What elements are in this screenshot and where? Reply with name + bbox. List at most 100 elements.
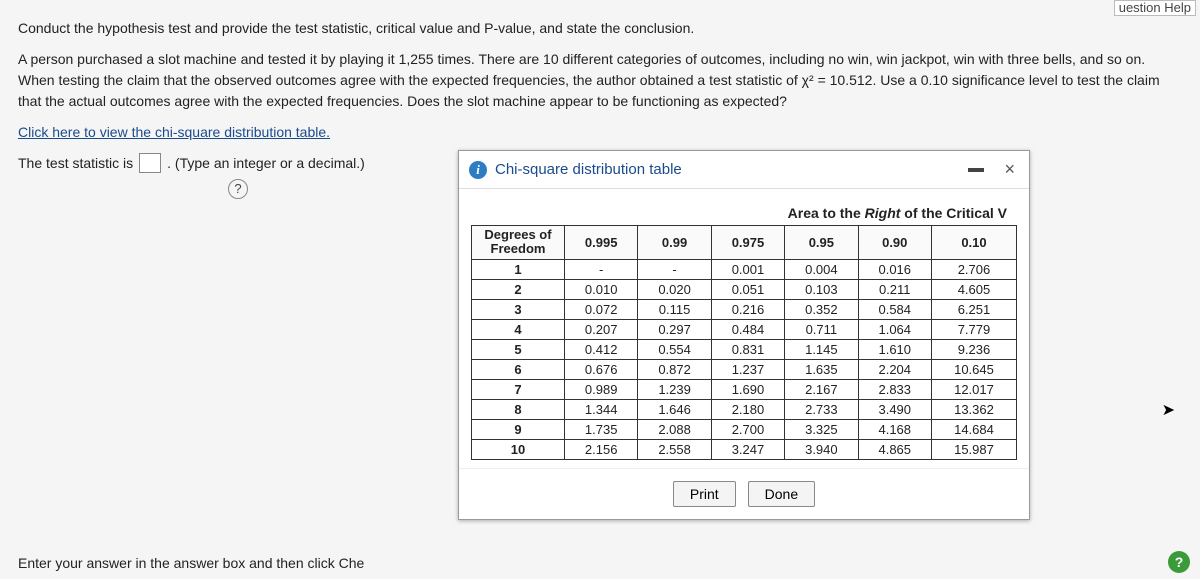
value-cell: 0.484 [711, 319, 784, 339]
value-cell: 10.645 [931, 359, 1016, 379]
df-header-a: Degrees of [484, 227, 551, 242]
table-col-header: 0.975 [711, 226, 784, 260]
table-row: 91.7352.0882.7003.3254.16814.684 [472, 419, 1017, 439]
value-cell: 4.865 [858, 439, 931, 459]
popup-title: Chi-square distribution table [495, 161, 960, 178]
value-cell: 0.103 [785, 279, 858, 299]
table-caption: Area to the Right of the Critical V [471, 205, 1017, 221]
value-cell: 0.831 [711, 339, 784, 359]
value-cell: 7.779 [931, 319, 1016, 339]
value-cell: 0.989 [565, 379, 638, 399]
value-cell: 0.872 [638, 359, 711, 379]
value-cell: 1.237 [711, 359, 784, 379]
value-cell: 2.167 [785, 379, 858, 399]
value-cell: 6.251 [931, 299, 1016, 319]
table-row: 20.0100.0200.0510.1030.2114.605 [472, 279, 1017, 299]
value-cell: 13.362 [931, 399, 1016, 419]
df-cell: 5 [472, 339, 565, 359]
value-cell: 1.646 [638, 399, 711, 419]
value-cell: 1.735 [565, 419, 638, 439]
table-col-header: 0.995 [565, 226, 638, 260]
df-header-b: Freedom [491, 241, 546, 256]
df-cell: 1 [472, 259, 565, 279]
df-cell: 10 [472, 439, 565, 459]
table-row: 102.1562.5583.2473.9404.86515.987 [472, 439, 1017, 459]
table-row: 81.3441.6462.1802.7333.49013.362 [472, 399, 1017, 419]
value-cell: 3.940 [785, 439, 858, 459]
print-button[interactable]: Print [673, 481, 736, 507]
table-row: 60.6760.8721.2371.6352.20410.645 [472, 359, 1017, 379]
table-col-header: 0.90 [858, 226, 931, 260]
value-cell: 9.236 [931, 339, 1016, 359]
value-cell: 2.156 [565, 439, 638, 459]
value-cell: 15.987 [931, 439, 1016, 459]
value-cell: 0.711 [785, 319, 858, 339]
caption-part-c: of the Critical V [900, 205, 1007, 221]
value-cell: 14.684 [931, 419, 1016, 439]
value-cell: 3.490 [858, 399, 931, 419]
value-cell: 0.676 [565, 359, 638, 379]
value-cell: 2.180 [711, 399, 784, 419]
value-cell: 0.216 [711, 299, 784, 319]
value-cell: 3.325 [785, 419, 858, 439]
chi-table-link[interactable]: Click here to view the chi-square distri… [18, 124, 330, 140]
df-cell: 6 [472, 359, 565, 379]
table-row: 70.9891.2391.6902.1672.83312.017 [472, 379, 1017, 399]
value-cell: 1.344 [565, 399, 638, 419]
value-cell: 1.610 [858, 339, 931, 359]
value-cell: 2.706 [931, 259, 1016, 279]
value-cell: - [565, 259, 638, 279]
value-cell: 2.833 [858, 379, 931, 399]
value-cell: 0.207 [565, 319, 638, 339]
footer-text: Enter your answer in the answer box and … [18, 555, 364, 571]
answer-prefix: The test statistic is [18, 155, 133, 171]
value-cell: 0.010 [565, 279, 638, 299]
value-cell: 0.211 [858, 279, 931, 299]
value-cell: 0.016 [858, 259, 931, 279]
page-help-icon[interactable]: ? [1168, 551, 1190, 573]
df-cell: 9 [472, 419, 565, 439]
info-icon: i [469, 161, 487, 179]
value-cell: 12.017 [931, 379, 1016, 399]
value-cell: 1.145 [785, 339, 858, 359]
test-statistic-input[interactable] [139, 153, 161, 173]
value-cell: - [638, 259, 711, 279]
chi-table-popup: i Chi-square distribution table × Area t… [458, 150, 1030, 520]
value-cell: 3.247 [711, 439, 784, 459]
value-cell: 2.088 [638, 419, 711, 439]
close-icon[interactable]: × [1000, 159, 1019, 180]
answer-suffix: . (Type an integer or a decimal.) [167, 155, 365, 171]
value-cell: 1.690 [711, 379, 784, 399]
value-cell: 0.115 [638, 299, 711, 319]
value-cell: 2.733 [785, 399, 858, 419]
value-cell: 0.051 [711, 279, 784, 299]
popup-header: i Chi-square distribution table × [459, 151, 1029, 189]
table-col-header: 0.10 [931, 226, 1016, 260]
value-cell: 0.072 [565, 299, 638, 319]
table-col-header: 0.99 [638, 226, 711, 260]
value-cell: 1.064 [858, 319, 931, 339]
field-help-icon[interactable]: ? [228, 179, 248, 199]
done-button[interactable]: Done [748, 481, 815, 507]
value-cell: 2.558 [638, 439, 711, 459]
caption-part-b: Right [865, 205, 901, 221]
minimize-icon[interactable] [968, 168, 984, 172]
chi-square-table: Degrees of Freedom 0.9950.990.9750.950.9… [471, 225, 1017, 460]
value-cell: 0.004 [785, 259, 858, 279]
table-row: 40.2070.2970.4840.7111.0647.779 [472, 319, 1017, 339]
value-cell: 4.605 [931, 279, 1016, 299]
value-cell: 1.239 [638, 379, 711, 399]
value-cell: 0.584 [858, 299, 931, 319]
value-cell: 0.020 [638, 279, 711, 299]
cursor-icon: ➤ [1162, 400, 1175, 420]
question-block: Conduct the hypothesis test and provide … [18, 18, 1182, 143]
df-header: Degrees of Freedom [472, 226, 565, 260]
table-row: 30.0720.1150.2160.3520.5846.251 [472, 299, 1017, 319]
question-instruction: Conduct the hypothesis test and provide … [18, 18, 1182, 39]
df-cell: 4 [472, 319, 565, 339]
question-body: A person purchased a slot machine and te… [18, 49, 1182, 112]
df-cell: 7 [472, 379, 565, 399]
value-cell: 2.700 [711, 419, 784, 439]
value-cell: 0.001 [711, 259, 784, 279]
value-cell: 0.297 [638, 319, 711, 339]
